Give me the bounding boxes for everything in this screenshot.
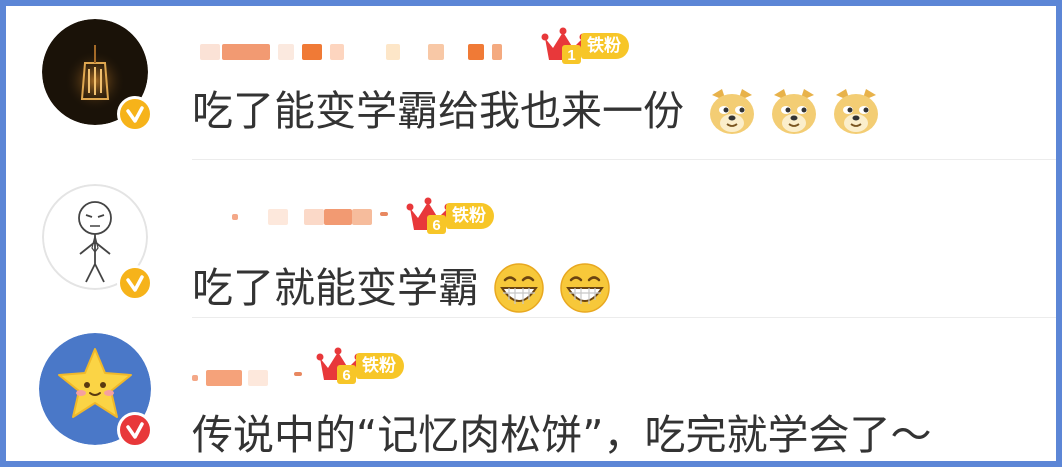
comment-list: 1 铁粉 吃了能变学霸给我也来一份 6 铁粉 吃了就能变学霸 6 铁粉 传说中的… xyxy=(6,6,1056,461)
comment-text-row: 吃了能变学霸给我也来一份 xyxy=(192,85,882,137)
fan-badge-label: 铁粉 xyxy=(356,353,404,379)
username-blurred[interactable] xyxy=(192,366,312,388)
fan-level: 1 xyxy=(567,47,575,64)
comment-text-row: 吃了就能变学霸 xyxy=(192,262,611,314)
username-blurred[interactable] xyxy=(232,205,398,227)
fan-badge[interactable]: 6 铁粉 xyxy=(316,346,416,386)
comment-divider xyxy=(192,317,1056,318)
verified-badge-icon xyxy=(117,265,153,301)
comment-text-row: 传说中的“记忆肉松饼”，吃完就学会了～ xyxy=(192,409,931,461)
fan-level: 6 xyxy=(342,367,350,384)
grin-emoji-icon xyxy=(559,262,611,314)
grin-emoji-icon xyxy=(493,262,545,314)
fan-badge-label: 铁粉 xyxy=(446,203,494,229)
comment-divider xyxy=(192,159,1056,160)
fan-badge[interactable]: 1 铁粉 xyxy=(541,26,641,66)
fan-level: 6 xyxy=(432,217,440,234)
username-blurred[interactable] xyxy=(200,40,526,62)
fan-badge[interactable]: 6 铁粉 xyxy=(406,196,506,236)
comment-item: 1 铁粉 吃了能变学霸给我也来一份 xyxy=(6,6,1056,161)
comment-item: 6 铁粉 传说中的“记忆肉松饼”，吃完就学会了～ xyxy=(6,319,1056,461)
comment-text: 吃了能变学霸给我也来一份 xyxy=(192,87,684,135)
doge-emoji-icon xyxy=(830,85,882,137)
comment-text: 传说中的“记忆肉松饼”，吃完就学会了～ xyxy=(192,411,932,459)
comment-item: 6 铁粉 吃了就能变学霸 xyxy=(6,161,1056,319)
fan-badge-label: 铁粉 xyxy=(581,33,629,59)
doge-emoji-icon xyxy=(768,85,820,137)
doge-emoji-icon xyxy=(706,85,758,137)
verified-badge-icon xyxy=(117,412,153,448)
comment-text: 吃了就能变学霸 xyxy=(192,264,479,312)
verified-badge-icon xyxy=(117,96,153,132)
